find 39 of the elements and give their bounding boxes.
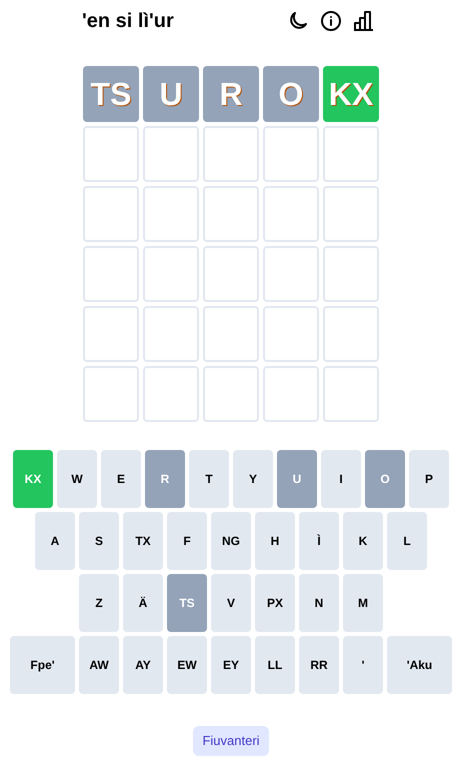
keyboard-key[interactable]: L bbox=[387, 512, 427, 570]
keyboard-key[interactable]: T bbox=[189, 450, 229, 508]
letter-tile: TS bbox=[83, 66, 139, 122]
info-icon[interactable] bbox=[319, 9, 343, 33]
keyboard-key[interactable]: V bbox=[211, 574, 251, 632]
keyboard-key[interactable]: TX bbox=[123, 512, 163, 570]
letter-tile: KX bbox=[323, 66, 379, 122]
keyboard-key[interactable]: LL bbox=[255, 636, 295, 694]
keyboard-key[interactable]: Z bbox=[79, 574, 119, 632]
keyboard-key[interactable]: A bbox=[35, 512, 75, 570]
keyboard-key[interactable]: PX bbox=[255, 574, 295, 632]
keyboard-key[interactable]: AW bbox=[79, 636, 119, 694]
keyboard-key[interactable]: I bbox=[321, 450, 361, 508]
letter-tile: U bbox=[143, 66, 199, 122]
letter-tile: O bbox=[263, 66, 319, 122]
keyboard-key[interactable]: E bbox=[101, 450, 141, 508]
bar-chart-icon[interactable] bbox=[352, 9, 376, 33]
app-title: 'en si lì'ur bbox=[82, 9, 174, 34]
keyboard-key[interactable]: Ì bbox=[299, 512, 339, 570]
keyboard-key[interactable]: NG bbox=[211, 512, 251, 570]
keyboard-key[interactable]: Y bbox=[233, 450, 273, 508]
letter-tile: R bbox=[203, 66, 259, 122]
keyboard-key[interactable]: 'Aku bbox=[387, 636, 452, 694]
keyboard-key[interactable]: RR bbox=[299, 636, 339, 694]
keyboard-key[interactable]: F bbox=[167, 512, 207, 570]
keyboard-key[interactable]: EW bbox=[167, 636, 207, 694]
keyboard-key[interactable]: N bbox=[299, 574, 339, 632]
keyboard-key[interactable]: P bbox=[409, 450, 449, 508]
keyboard-key[interactable]: S bbox=[79, 512, 119, 570]
keyboard-key[interactable]: Fpe' bbox=[10, 636, 75, 694]
keyboard-key[interactable]: AY bbox=[123, 636, 163, 694]
keyboard-key[interactable]: K bbox=[343, 512, 383, 570]
keyboard-key[interactable]: ' bbox=[343, 636, 383, 694]
keyboard-key[interactable]: H bbox=[255, 512, 295, 570]
keyboard-key[interactable]: EY bbox=[211, 636, 251, 694]
footer-button[interactable]: Fiuvanteri bbox=[193, 726, 269, 756]
keyboard-key[interactable]: M bbox=[343, 574, 383, 632]
keyboard-key[interactable]: Ä bbox=[123, 574, 163, 632]
keyboard-key[interactable]: W bbox=[57, 450, 97, 508]
